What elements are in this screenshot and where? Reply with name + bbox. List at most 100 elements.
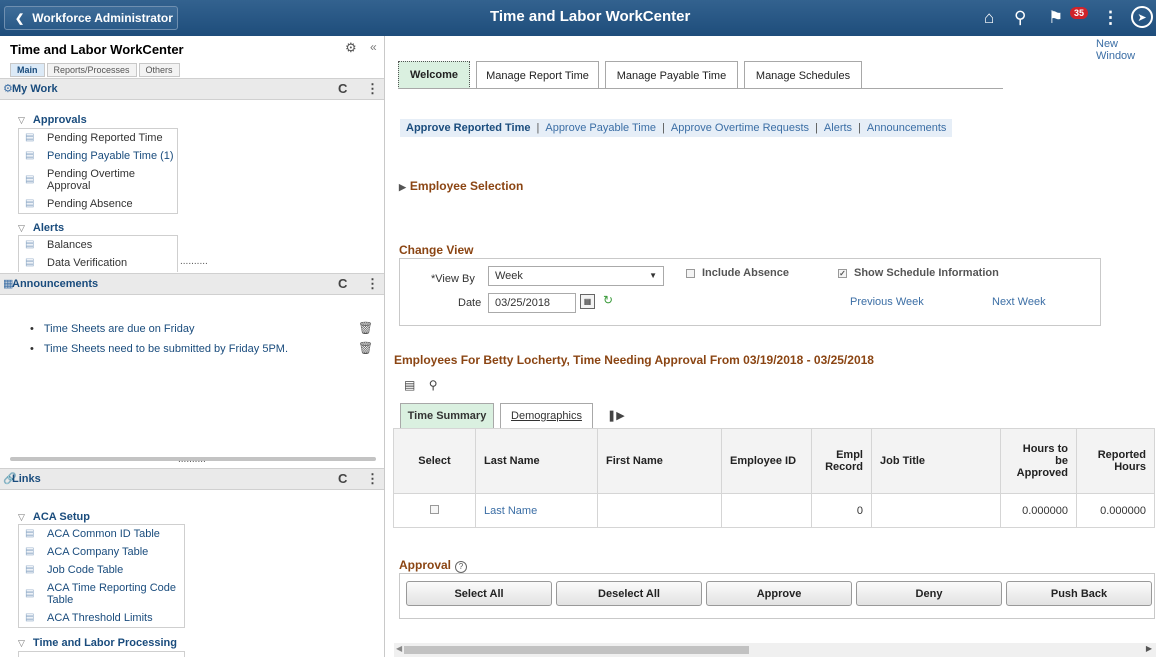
list-item[interactable]: ▤ ACA Company Table (19, 543, 184, 561)
alerts-group[interactable]: ▽ Alerts (18, 222, 64, 234)
tab-others[interactable]: Others (138, 63, 180, 77)
more-options-icon[interactable]: ⋮ (366, 276, 379, 292)
trash-icon[interactable]: 🗑 (358, 341, 373, 355)
collapse-triangle-icon: ▽ (18, 638, 25, 648)
tab-manage-report-time[interactable]: Manage Report Time (476, 61, 599, 89)
list-item-label: Balances (47, 239, 93, 251)
col-first-name[interactable]: First Name (597, 428, 722, 494)
list-item[interactable]: ▤ ACA Threshold Limits (19, 609, 184, 627)
scroll-left-icon[interactable]: ◀ (396, 644, 402, 653)
list-item[interactable]: ▤ Job Code Table (19, 561, 184, 579)
more-options-icon[interactable]: ⋮ (366, 81, 379, 97)
subnav-approve-overtime[interactable]: Approve Overtime Requests (671, 122, 809, 134)
resize-handle[interactable]: .......... (180, 256, 208, 267)
refresh-icon[interactable]: C (338, 276, 347, 291)
include-absence-checkbox[interactable]: Include Absence (686, 267, 789, 279)
approvals-group[interactable]: ▽ Approvals (18, 114, 87, 126)
help-icon[interactable]: ? (455, 561, 468, 573)
list-item[interactable]: ▤ Data Verification (19, 254, 177, 272)
view-by-label: *View By (431, 273, 475, 285)
list-item[interactable]: ▤ Pending Reported Time (19, 129, 177, 147)
col-reported-hours[interactable]: Reported Hours (1076, 428, 1155, 494)
list-item[interactable]: ▤ ACA Common ID Table (19, 525, 184, 543)
back-button[interactable]: ❮ Workforce Administrator (4, 6, 178, 30)
subnav-alerts[interactable]: Alerts (824, 122, 852, 134)
last-name-cell[interactable]: Last Name (475, 493, 598, 528)
approve-button[interactable]: Approve (706, 581, 852, 606)
show-schedule-checkbox[interactable]: ✓ Show Schedule Information (838, 267, 999, 279)
deny-button[interactable]: Deny (856, 581, 1002, 606)
tab-manage-schedules[interactable]: Manage Schedules (744, 61, 862, 89)
row-checkbox[interactable] (430, 504, 439, 514)
list-item[interactable]: ▤ ACA Time Reporting Code Table (19, 579, 184, 609)
col-job-title[interactable]: Job Title (871, 428, 1001, 494)
scrollbar-thumb[interactable] (404, 646, 749, 654)
col-hours-to-be-approved[interactable]: Hours to be Approved (1000, 428, 1077, 494)
collapse-panel-icon[interactable]: « (370, 40, 377, 54)
new-window-link[interactable]: New Window (1096, 38, 1156, 62)
time-labor-processing-group[interactable]: ▽ Time and Labor Processing (18, 637, 177, 649)
list-item-label: Data Verification (47, 257, 128, 269)
col-last-name[interactable]: Last Name (475, 428, 598, 494)
checkbox[interactable] (686, 268, 695, 278)
resize-handle[interactable]: .......... (178, 454, 206, 465)
col-employee-id[interactable]: Employee ID (721, 428, 812, 494)
refresh-icon[interactable]: C (338, 81, 347, 96)
more-options-icon[interactable]: ⋮ (366, 471, 379, 487)
home-icon[interactable]: ⌂ (984, 8, 994, 28)
employee-selection-label: Employee Selection (409, 179, 524, 193)
trash-icon[interactable]: 🗑 (358, 321, 373, 335)
calendar-icon[interactable]: ▦ (580, 294, 595, 309)
push-back-button[interactable]: Push Back (1006, 581, 1152, 606)
search-icon[interactable]: ⚲ (1014, 8, 1026, 28)
tab-demographics[interactable]: Demographics (500, 403, 593, 428)
refresh-icon[interactable]: ↻ (603, 293, 613, 307)
select-all-button[interactable]: Select All (406, 581, 552, 606)
announcement-item[interactable]: • Time Sheets are due on Friday (30, 323, 194, 335)
aca-setup-group[interactable]: ▽ ACA Setup (18, 511, 90, 523)
previous-week-link[interactable]: Previous Week (850, 296, 924, 308)
link-icon: ▤ (25, 564, 35, 575)
view-by-select[interactable]: Week ▼ (488, 266, 664, 286)
tab-welcome[interactable]: Welcome (398, 61, 470, 89)
next-week-link[interactable]: Next Week (992, 296, 1046, 308)
personalize-icon[interactable]: ▤ (404, 378, 415, 392)
scroll-right-icon[interactable]: ▶ (1146, 644, 1152, 653)
subnav-approve-reported-time[interactable]: Approve Reported Time (406, 122, 531, 134)
gear-icon[interactable]: ⚙ (345, 40, 357, 56)
approval-title-label: Approval (399, 558, 452, 572)
checkbox-checked[interactable]: ✓ (838, 268, 847, 278)
date-label: Date (458, 297, 482, 309)
list-item[interactable]: ▤ Pending Payable Time (1) (19, 147, 177, 165)
list-item-label: Pending Overtime Approval (47, 168, 136, 192)
announcement-text: Time Sheets need to be submitted by Frid… (43, 343, 289, 355)
navbar-compass-icon[interactable]: ➤ (1131, 6, 1153, 28)
link-icon: ▤ (25, 588, 35, 599)
list-item-label: Pending Absence (47, 198, 133, 210)
col-empl-record[interactable]: Empl Record (811, 428, 872, 494)
list-item[interactable]: ▤ Balances (19, 236, 177, 254)
tab-time-summary[interactable]: Time Summary (400, 403, 494, 428)
date-input[interactable]: 03/25/2018 (488, 293, 576, 313)
more-actions-icon[interactable]: ⋮ (1102, 8, 1119, 28)
subnav-announcements[interactable]: Announcements (867, 122, 947, 134)
deselect-all-button[interactable]: Deselect All (556, 581, 702, 606)
subnav-approve-payable-time[interactable]: Approve Payable Time (545, 122, 656, 134)
tab-main[interactable]: Main (10, 63, 45, 77)
grid-toolbar: ▤ ⚲ (404, 378, 447, 392)
announcement-item[interactable]: • Time Sheets need to be submitted by Fri… (30, 343, 288, 355)
find-icon[interactable]: ⚲ (429, 378, 438, 392)
tab-reports-processes[interactable]: Reports/Processes (46, 63, 137, 77)
left-panel: Time and Labor WorkCenter ⚙ « Main Repor… (0, 36, 385, 657)
approval-grid: Select Last Name First Name Employee ID … (393, 428, 1155, 528)
flag-icon[interactable]: ⚑ (1048, 8, 1063, 28)
main-tabs: Welcome Manage Report Time Manage Payabl… (398, 61, 868, 89)
horizontal-scrollbar[interactable]: ◀ ▶ (394, 643, 1156, 657)
list-item[interactable]: ▤ Pending Absence (19, 195, 177, 213)
show-all-columns-icon[interactable]: ❚▶ (599, 403, 633, 428)
employee-selection-toggle[interactable]: ▶ Employee Selection (399, 179, 523, 193)
approvals-list: ▤ Pending Reported Time ▤ Pending Payable … (18, 128, 178, 214)
tab-manage-payable-time[interactable]: Manage Payable Time (605, 61, 738, 89)
refresh-icon[interactable]: C (338, 471, 347, 486)
list-item[interactable]: ▤ Pending Overtime Approval (19, 165, 177, 195)
